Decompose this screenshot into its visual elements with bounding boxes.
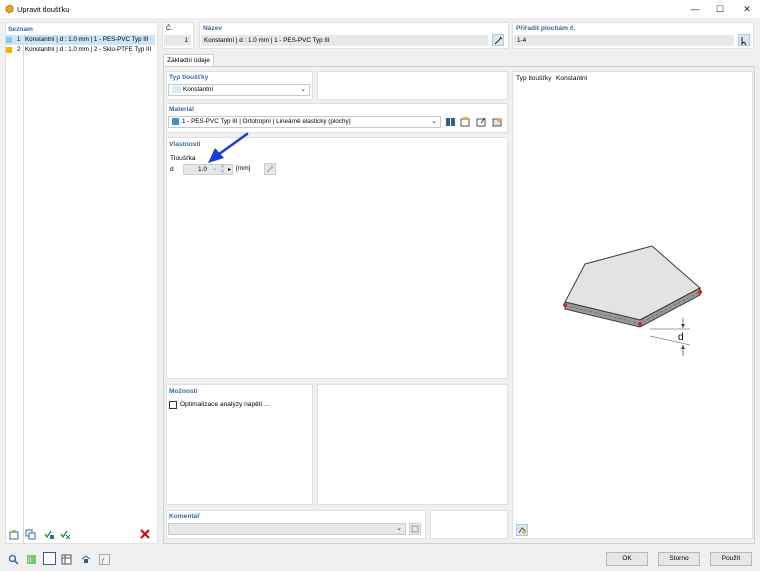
number-field[interactable]: 1 [164, 35, 191, 46]
material-value: 1 - PES-PVC Typ III | Ortotropní | Lineá… [182, 118, 351, 125]
edit-name-icon[interactable] [492, 34, 504, 46]
list-item-number: 2 [17, 46, 21, 53]
properties-header: Vlastnosti [169, 141, 201, 148]
material-settings-icon[interactable] [491, 116, 503, 128]
stress-optimization-label[interactable]: Optimalizace analýzy napětí ... [180, 401, 270, 408]
material-color-swatch [172, 117, 179, 125]
list-item[interactable]: 2 Konstantní | d : 1.0 mm | 2 - Sklo-PTF… [5, 45, 155, 55]
list-item-number: 1 [17, 36, 21, 43]
material-new-icon[interactable] [459, 116, 471, 128]
arrow-right-icon[interactable]: ▸ [228, 166, 231, 173]
number-label: Č. [166, 25, 173, 32]
uncheck-icon[interactable] [59, 528, 71, 540]
thickness-value: 1.0 [198, 166, 208, 173]
comment-header: Komentář [169, 513, 200, 520]
material-select[interactable]: 1 - PES-PVC Typ III | Ortotropní | Lineá… [168, 116, 441, 128]
list-divider [23, 35, 24, 543]
options-empty-panel [317, 384, 508, 505]
type-color-swatch [172, 85, 181, 93]
list-item-color [6, 47, 12, 53]
close-window-button[interactable]: ✕ [735, 0, 759, 18]
empty-panel [317, 71, 508, 100]
thickness-type-select[interactable]: Konstantní ⌄ [168, 84, 310, 96]
minimize-button[interactable]: — [683, 0, 707, 18]
title-bar: Upravit tloušťku — ☐ ✕ [0, 0, 760, 18]
new-item-icon[interactable] [8, 528, 20, 540]
cancel-button[interactable]: Storno [658, 552, 700, 566]
info-icon[interactable] [80, 553, 92, 565]
units-icon[interactable]: 0 [25, 553, 37, 565]
comment-input[interactable]: ⌄ [168, 523, 406, 535]
preview-type-label: Typ tloušťky [516, 75, 552, 82]
maximize-button[interactable]: ☐ [708, 0, 732, 18]
color-selector-icon[interactable] [43, 552, 56, 565]
copy-item-icon[interactable] [24, 528, 36, 540]
spin-stepper[interactable]: ˄ ˅ [221, 165, 224, 175]
comment-empty-panel [430, 510, 508, 539]
thickness-type-header: Typ tloušťky [169, 74, 209, 81]
app-icon [5, 4, 14, 14]
thickness-preview-graphic [563, 245, 702, 356]
chevron-down-icon: ⌄ [212, 166, 218, 172]
delete-icon[interactable] [139, 528, 151, 540]
thickness-symbol: d [170, 166, 174, 173]
list-item-label: Konstantní | d : 1.0 mm | 2 - Sklo-PTFE … [25, 46, 152, 53]
ok-button[interactable]: OK [606, 552, 648, 566]
name-label: Název [203, 25, 223, 32]
select-surfaces-icon[interactable] [738, 34, 750, 46]
list-panel: Seznam [5, 22, 158, 544]
thickness-edit-icon[interactable] [264, 163, 276, 175]
check-all-icon[interactable] [43, 528, 55, 540]
preview-type-value: Konstantní [556, 75, 588, 82]
material-library-icon[interactable] [444, 116, 456, 128]
list-header: Seznam [8, 26, 33, 33]
apply-button[interactable]: Použít [710, 552, 752, 566]
material-header: Materiál [169, 106, 194, 113]
comment-edit-icon[interactable] [409, 523, 421, 535]
preview-dimension-label: d [678, 332, 684, 343]
table-icon[interactable] [60, 553, 72, 565]
assign-field[interactable]: 1-4 [514, 35, 734, 46]
stress-optimization-checkbox[interactable] [169, 401, 177, 409]
thickness-group-label: Tloušťka [170, 155, 196, 162]
window-title: Upravit tloušťku [17, 5, 70, 14]
chevron-down-icon: ⌄ [396, 525, 402, 532]
list-item[interactable]: 1 Konstantní | d : 1.0 mm | 1 - PES-PVC … [5, 35, 155, 45]
material-edit-icon[interactable] [475, 116, 487, 128]
thickness-type-value: Konstantní [183, 86, 214, 93]
search-icon[interactable] [7, 553, 19, 565]
list-item-color [6, 37, 12, 43]
name-field[interactable]: Konstantní | d : 1.0 mm | 1 - PES-PVC Ty… [201, 35, 488, 46]
list-item-label: Konstantní | d : 1.0 mm | 1 - PES-PVC Ty… [25, 36, 149, 43]
assign-label: Přiřadit plochám č. [516, 25, 576, 32]
options-header: Možnosti [169, 388, 198, 395]
preview-view-icon[interactable] [516, 524, 528, 536]
thickness-unit: [mm] [236, 165, 251, 172]
chevron-down-icon: ⌄ [300, 86, 306, 93]
annotation-arrow-icon [208, 132, 249, 163]
function-icon[interactable]: f [98, 553, 110, 565]
chevron-down-icon: ⌄ [431, 118, 437, 125]
